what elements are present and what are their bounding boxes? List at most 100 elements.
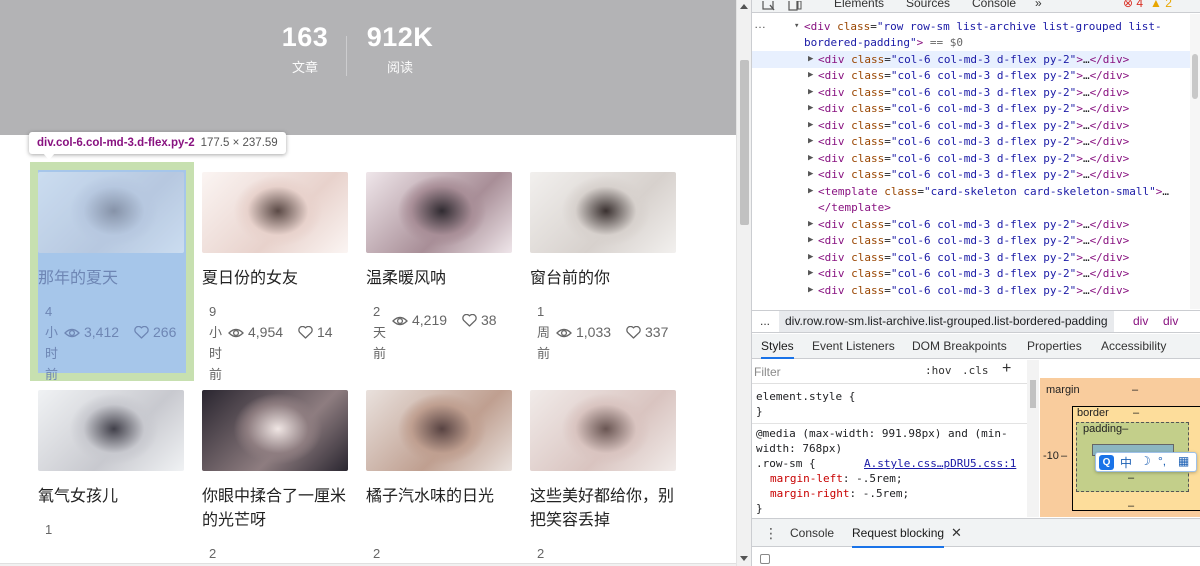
box-model-border-top[interactable]: –: [1133, 407, 1139, 419]
article-card[interactable]: 橘子汽水味的日光: [366, 390, 512, 509]
tab-elements[interactable]: Elements: [834, 0, 884, 10]
dom-node[interactable]: </template>: [752, 199, 1200, 216]
keyboard-icon[interactable]: ▦: [1178, 454, 1189, 468]
article-thumbnail[interactable]: [38, 390, 184, 471]
article-likes[interactable]: 337: [626, 324, 668, 340]
dom-tree-scrollbar[interactable]: [1190, 14, 1200, 309]
dom-node[interactable]: ▶ <div class="col-6 col-md-3 d-flex py-2"…: [752, 282, 1200, 299]
article-likes[interactable]: 266: [134, 324, 176, 340]
scroll-up-arrow-icon[interactable]: [740, 4, 748, 9]
article-title[interactable]: 窗台前的你: [530, 267, 676, 291]
article-card[interactable]: 夏日份的女友: [202, 172, 348, 291]
expand-triangle-icon[interactable]: ▶: [808, 216, 813, 233]
dom-node[interactable]: ▶ <div class="col-6 col-md-3 d-flex py-2"…: [752, 50, 1200, 68]
dom-node[interactable]: ▶ <div class="col-6 col-md-3 d-flex py-2"…: [752, 117, 1200, 134]
dom-node[interactable]: ▶ <template class="card-skeleton card-ske…: [752, 183, 1200, 200]
expand-triangle-icon[interactable]: ▶: [808, 100, 813, 117]
article-thumbnail[interactable]: [38, 172, 184, 253]
article-thumbnail[interactable]: [530, 172, 676, 253]
dom-node[interactable]: ▶ <div class="col-6 col-md-3 d-flex py-2"…: [752, 150, 1200, 167]
styles-scrollbar[interactable]: [1027, 360, 1039, 517]
article-thumbnail[interactable]: [530, 390, 676, 471]
heart-icon[interactable]: [462, 312, 481, 328]
dom-node[interactable]: ▶ <div class="col-6 col-md-3 d-flex py-2"…: [752, 216, 1200, 233]
element-style-selector[interactable]: element.style {: [756, 389, 855, 404]
expand-triangle-icon[interactable]: ▶: [808, 183, 813, 200]
errors-badge[interactable]: ⊗ 4: [1123, 0, 1143, 10]
dom-node[interactable]: bordered-padding"> == $0: [752, 34, 1200, 51]
dom-node[interactable]: ▶ <div class="col-6 col-md-3 d-flex py-2"…: [752, 232, 1200, 249]
ime-logo-icon[interactable]: Q: [1099, 455, 1114, 470]
article-thumbnail[interactable]: [366, 172, 512, 253]
enable-request-blocking-checkbox[interactable]: [760, 554, 770, 564]
rule-declaration-margin-right[interactable]: margin-right: -.5rem;: [770, 486, 909, 501]
tab-accessibility[interactable]: Accessibility: [1101, 334, 1166, 358]
moon-icon[interactable]: ☽: [1140, 454, 1151, 468]
article-title[interactable]: 氧气女孩儿: [38, 485, 184, 509]
class-toggle-button[interactable]: .cls: [962, 364, 989, 377]
tab-console[interactable]: Console: [972, 0, 1016, 10]
article-card[interactable]: 温柔暖风呐: [366, 172, 512, 291]
close-icon[interactable]: ✕: [951, 519, 962, 547]
inspect-element-icon[interactable]: [762, 0, 776, 12]
dom-node[interactable]: ▾ <div class="row row-sm list-archive lis…: [752, 18, 1200, 35]
expand-triangle-icon[interactable]: ▶: [808, 232, 813, 249]
article-card[interactable]: 你眼中揉合了一厘米的光芒呀: [202, 390, 348, 533]
styles-scrollbar-thumb[interactable]: [1030, 380, 1036, 408]
article-card[interactable]: 窗台前的你: [530, 172, 676, 291]
article-thumbnail[interactable]: [202, 172, 348, 253]
dom-tree-scrollbar-thumb[interactable]: [1192, 54, 1198, 99]
drawer-tab-request-blocking[interactable]: Request blocking: [852, 519, 945, 548]
ime-toolbar[interactable]: Q 中 ☽ °, ▦: [1095, 452, 1197, 472]
dom-node[interactable]: ▶ <div class="col-6 col-md-3 d-flex py-2"…: [752, 133, 1200, 150]
drawer-menu-icon[interactable]: ⋮: [764, 519, 778, 547]
heart-icon[interactable]: [134, 324, 153, 340]
device-toolbar-icon[interactable]: [788, 0, 802, 12]
styles-filter-input[interactable]: [754, 363, 914, 381]
breadcrumb-item-div-2[interactable]: div: [1163, 311, 1178, 332]
dom-tree[interactable]: ▾<div class="container">▾<div class="row…: [752, 14, 1200, 309]
ime-chinese-mode[interactable]: 中: [1120, 454, 1132, 471]
page-scrollbar-thumb[interactable]: [740, 60, 749, 225]
article-title[interactable]: 你眼中揉合了一厘米的光芒呀: [202, 485, 348, 533]
expand-triangle-icon[interactable]: ▶: [808, 84, 813, 101]
box-model-padding-bottom[interactable]: –: [1128, 472, 1134, 484]
article-card[interactable]: 这些美好都给你，别把笑容丢掉: [530, 390, 676, 533]
new-style-rule-button[interactable]: +: [1002, 360, 1011, 378]
rule-source-link[interactable]: A.style.css…pDRU5.css:1: [864, 456, 1016, 471]
box-model-margin-left[interactable]: -10: [1043, 450, 1059, 462]
heart-icon[interactable]: [626, 324, 645, 340]
expand-triangle-icon[interactable]: ▶: [808, 249, 813, 266]
rule-declaration-margin-left[interactable]: margin-left: -.5rem;: [770, 471, 902, 486]
heart-icon[interactable]: [298, 324, 317, 340]
punctuation-icon[interactable]: °,: [1158, 454, 1166, 468]
expand-triangle-icon[interactable]: ▶: [808, 166, 813, 183]
scroll-down-arrow-icon[interactable]: [740, 556, 748, 561]
dom-node[interactable]: ▶ <div class="col-6 col-md-3 d-flex py-2"…: [752, 265, 1200, 282]
article-title[interactable]: 那年的夏天: [38, 267, 184, 291]
hover-state-button[interactable]: :hov: [925, 364, 952, 377]
expand-triangle-icon[interactable]: ▶: [808, 67, 813, 84]
expand-triangle-icon[interactable]: ▶: [808, 265, 813, 282]
dom-node[interactable]: ▶ <div class="col-6 col-md-3 d-flex py-2"…: [752, 100, 1200, 117]
tab-event-listeners[interactable]: Event Listeners: [812, 334, 895, 358]
article-title[interactable]: 橘子汽水味的日光: [366, 485, 512, 509]
dom-node[interactable]: ▶ <div class="col-6 col-md-3 d-flex py-2"…: [752, 249, 1200, 266]
tab-styles[interactable]: Styles: [761, 334, 794, 359]
expand-triangle-icon[interactable]: ▶: [808, 51, 813, 68]
dom-node[interactable]: ▶ <div class="col-6 col-md-3 d-flex py-2"…: [752, 67, 1200, 84]
box-model-border-bottom[interactable]: –: [1128, 500, 1134, 512]
breadcrumb-overflow[interactable]: ...: [760, 311, 770, 332]
expand-triangle-icon[interactable]: ▾: [794, 18, 799, 35]
dom-node-menu-icon[interactable]: …: [754, 17, 766, 31]
article-title[interactable]: 温柔暖风呐: [366, 267, 512, 291]
more-tabs-button[interactable]: »: [1035, 0, 1042, 10]
box-model-border-left[interactable]: –: [1061, 450, 1067, 462]
article-thumbnail[interactable]: [366, 390, 512, 471]
breadcrumb-item-div[interactable]: div: [1133, 311, 1148, 332]
expand-triangle-icon[interactable]: ▶: [808, 150, 813, 167]
expand-triangle-icon[interactable]: ▶: [808, 133, 813, 150]
tab-sources[interactable]: Sources: [906, 0, 950, 10]
article-title[interactable]: 这些美好都给你，别把笑容丢掉: [530, 485, 676, 533]
dom-node[interactable]: ▶ <div class="col-6 col-md-3 d-flex py-2"…: [752, 166, 1200, 183]
